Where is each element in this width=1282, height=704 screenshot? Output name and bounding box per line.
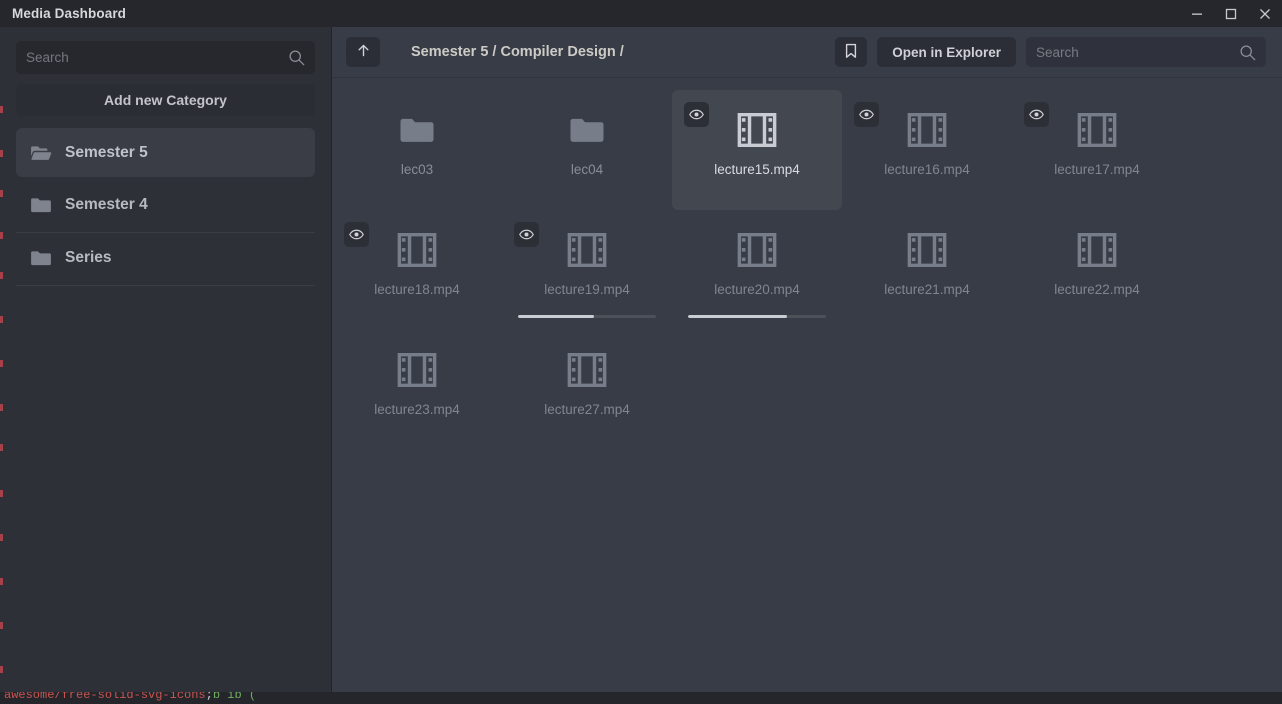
video-cell[interactable]: lecture18.mp4 — [332, 210, 502, 330]
bookmark-icon — [844, 43, 858, 62]
folder-cell[interactable]: lec04 — [502, 90, 672, 210]
film-icon — [397, 344, 437, 396]
file-name: lecture20.mp4 — [714, 282, 800, 297]
video-cell[interactable]: lecture15.mp4 — [672, 90, 842, 210]
content-toolbar: Semester 5 / Compiler Design / Open in E… — [332, 27, 1282, 78]
file-name: lecture18.mp4 — [374, 282, 460, 297]
search-icon — [288, 49, 305, 66]
close-icon — [1259, 8, 1271, 20]
video-cell[interactable]: lecture16.mp4 — [842, 90, 1012, 210]
minimize-icon — [1191, 8, 1203, 20]
search-icon — [1239, 44, 1256, 61]
video-cell[interactable]: lecture22.mp4 — [1012, 210, 1182, 330]
sidebar-item-label: Series — [65, 249, 112, 267]
open-in-explorer-button[interactable]: Open in Explorer — [877, 37, 1016, 67]
file-name: lecture16.mp4 — [884, 162, 970, 177]
terminal-text-sep: ; — [206, 692, 213, 702]
file-name: lecture27.mp4 — [544, 402, 630, 417]
toolbar-right-group: Open in Explorer — [835, 37, 1266, 67]
video-cell[interactable]: lecture21.mp4 — [842, 210, 1012, 330]
category-list: Semester 5 Semester 4 — [16, 128, 315, 286]
file-name: lecture23.mp4 — [374, 402, 460, 417]
close-button[interactable] — [1248, 0, 1282, 27]
navigate-up-button[interactable] — [346, 37, 380, 67]
app-window: Media Dashboard — [0, 0, 1282, 704]
category-divider — [16, 285, 315, 286]
video-cell[interactable]: lecture17.mp4 — [1012, 90, 1182, 210]
folder-open-icon — [30, 144, 52, 162]
film-icon — [1077, 224, 1117, 276]
title-bar: Media Dashboard — [0, 0, 1282, 27]
folder-icon — [568, 104, 606, 156]
terminal-text-red: awesome/free-solid-svg-icons — [4, 692, 206, 702]
video-cell[interactable]: lecture23.mp4 — [332, 330, 502, 450]
eye-icon[interactable] — [684, 102, 709, 127]
file-grid: lec03 lec04 lecture15.mp4 lecture16.mp4 lect… — [332, 78, 1282, 704]
main-panel: Semester 5 / Compiler Design / Open in E… — [332, 27, 1282, 704]
film-icon — [397, 224, 437, 276]
watch-progress-fill — [518, 315, 594, 318]
minimize-button[interactable] — [1180, 0, 1214, 27]
file-name: lecture19.mp4 — [544, 282, 630, 297]
file-name: lecture17.mp4 — [1054, 162, 1140, 177]
eye-icon[interactable] — [1024, 102, 1049, 127]
file-name: lec04 — [571, 162, 603, 177]
content-search[interactable] — [1026, 37, 1266, 67]
folder-icon — [398, 104, 436, 156]
arrow-up-icon — [356, 43, 371, 61]
film-icon — [907, 224, 947, 276]
window-body: Add new Category Semester 5 — [0, 27, 1282, 704]
watch-progress-bar — [688, 315, 826, 318]
film-icon — [737, 224, 777, 276]
terminal-sliver: awesome/free-solid-svg-icons;b ib ( — [0, 692, 1282, 704]
bookmark-button[interactable] — [835, 37, 867, 67]
sidebar-item-semester-5[interactable]: Semester 5 — [16, 128, 315, 177]
sidebar-item-series[interactable]: Series — [16, 233, 315, 282]
sidebar-item-label: Semester 4 — [65, 196, 148, 214]
folder-icon — [30, 249, 52, 267]
maximize-button[interactable] — [1214, 0, 1248, 27]
maximize-icon — [1225, 8, 1237, 20]
file-name: lecture15.mp4 — [714, 162, 800, 177]
video-cell[interactable]: lecture19.mp4 — [502, 210, 672, 330]
film-icon — [567, 224, 607, 276]
film-icon — [737, 104, 777, 156]
video-cell[interactable]: lecture20.mp4 — [672, 210, 842, 330]
file-name: lecture21.mp4 — [884, 282, 970, 297]
video-cell[interactable]: lecture27.mp4 — [502, 330, 672, 450]
eye-icon[interactable] — [854, 102, 879, 127]
file-name: lec03 — [401, 162, 433, 177]
eye-icon[interactable] — [344, 222, 369, 247]
film-icon — [907, 104, 947, 156]
folder-icon — [30, 196, 52, 214]
breadcrumb[interactable]: Semester 5 / Compiler Design / — [411, 44, 624, 60]
sidebar-search-input[interactable] — [26, 50, 288, 65]
sidebar-item-semester-4[interactable]: Semester 4 — [16, 180, 315, 229]
folder-cell[interactable]: lec03 — [332, 90, 502, 210]
sidebar: Add new Category Semester 5 — [0, 27, 332, 704]
app-title: Media Dashboard — [12, 6, 126, 21]
watch-progress-bar — [518, 315, 656, 318]
film-icon — [567, 344, 607, 396]
file-name: lecture22.mp4 — [1054, 282, 1140, 297]
terminal-text-green: b ib ( — [213, 692, 256, 702]
sidebar-search[interactable] — [16, 41, 315, 74]
watch-progress-fill — [688, 315, 787, 318]
sidebar-item-label: Semester 5 — [65, 144, 148, 162]
content-search-input[interactable] — [1036, 45, 1239, 60]
add-new-category-button[interactable]: Add new Category — [16, 84, 315, 116]
film-icon — [1077, 104, 1117, 156]
window-controls — [1180, 0, 1282, 27]
eye-icon[interactable] — [514, 222, 539, 247]
